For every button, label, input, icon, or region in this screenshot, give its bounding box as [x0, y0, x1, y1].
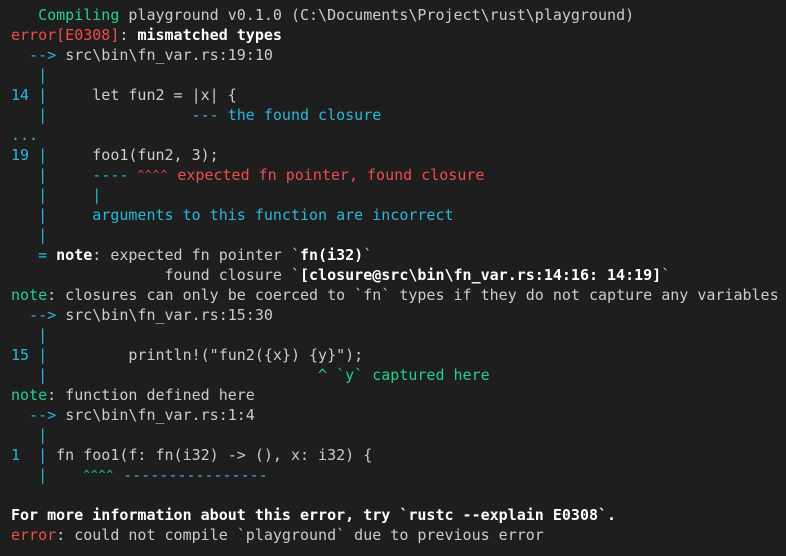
- terminal-text: :: [119, 26, 138, 44]
- terminal-line: | arguments to this function are incorre…: [11, 205, 786, 225]
- terminal-text: playground v0.1.0 (C:\Documents\Project\…: [119, 6, 635, 24]
- terminal-text: note: [11, 386, 48, 404]
- terminal-line: | |: [11, 185, 786, 205]
- terminal-text: [closure@src\bin\fn_var.rs:14:16: 14:19]: [299, 266, 662, 284]
- terminal-text: |: [11, 166, 48, 184]
- terminal-line: 14 | let fun2 = |x| {: [11, 85, 786, 105]
- terminal-line: 1 | fn foo1(f: fn(i32) -> (), x: i32) {: [11, 445, 786, 465]
- terminal-text: 19 |: [11, 146, 48, 164]
- terminal-text: : expected fn pointer `: [92, 246, 300, 264]
- terminal-text: let fun2 = |x| {: [47, 86, 237, 104]
- terminal-line: --> src\bin\fn_var.rs:1:4: [11, 405, 786, 425]
- terminal-text: src\bin\fn_var.rs:19:10: [65, 46, 273, 64]
- terminal-text: -->: [11, 306, 66, 324]
- terminal-text: =: [11, 246, 57, 264]
- terminal-line: note: closures can only be coerced to `f…: [11, 285, 786, 305]
- terminal-text: |: [11, 226, 48, 244]
- terminal-text: note: [56, 246, 93, 264]
- terminal-text: For more information about this error, t…: [11, 506, 617, 524]
- terminal-line: error: could not compile `playground` du…: [11, 525, 786, 545]
- terminal-text: |: [11, 66, 48, 84]
- terminal-text: foo1(fun2, 3);: [47, 146, 219, 164]
- terminal-text: 1 |: [11, 446, 48, 464]
- terminal-text: `: [661, 266, 671, 284]
- terminal-line: note: function defined here: [11, 385, 786, 405]
- terminal-line: | --- the found closure: [11, 105, 786, 125]
- terminal-text: : closures can only be coerced to `fn` t…: [47, 286, 779, 304]
- terminal-line: --> src\bin\fn_var.rs:15:30: [11, 305, 786, 325]
- terminal-text: println!("fun2({x}) {y}");: [47, 346, 364, 364]
- terminal-text: : function defined here: [47, 386, 255, 404]
- terminal-text: |: [11, 106, 48, 124]
- terminal-line: | ---- ^^^^ expected fn pointer, found c…: [11, 165, 786, 185]
- terminal-line: For more information about this error, t…: [11, 505, 786, 525]
- terminal-line: |: [11, 325, 786, 345]
- terminal-line: error[E0308]: mismatched types: [11, 25, 786, 45]
- terminal-text: found closure `: [11, 266, 300, 284]
- terminal-text: --- the found closure: [47, 106, 382, 124]
- squiggle-marker: ^^^^: [137, 168, 169, 181]
- terminal-text: expected fn pointer, found closure: [168, 166, 485, 184]
- terminal-text: |: [11, 366, 48, 384]
- terminal-text: ...: [11, 126, 39, 144]
- terminal-text: src\bin\fn_var.rs:15:30: [65, 306, 273, 324]
- terminal-text: -->: [11, 46, 66, 64]
- terminal-text: fn foo1(f: fn(i32) -> (), x: i32) {: [47, 446, 373, 464]
- terminal-text: |: [11, 206, 48, 224]
- terminal-text: note: [11, 286, 48, 304]
- terminal-line: |: [11, 65, 786, 85]
- terminal-line: --> src\bin\fn_var.rs:19:10: [11, 45, 786, 65]
- terminal-text: |: [11, 426, 48, 444]
- terminal-text: -->: [11, 406, 66, 424]
- terminal-text: 14 |: [11, 86, 48, 104]
- terminal-text: : could not compile `playground` due to …: [56, 526, 544, 544]
- terminal-line: | ^^^^ ----------------: [11, 465, 786, 485]
- terminal-text: error: [11, 526, 57, 544]
- terminal-line: |: [11, 425, 786, 445]
- terminal-text: | |: [11, 186, 102, 204]
- terminal-line: 19 | foo1(fun2, 3);: [11, 145, 786, 165]
- terminal-text: ^ `y` captured here: [47, 366, 490, 384]
- terminal-line: = note: expected fn pointer `fn(i32)`: [11, 245, 786, 265]
- terminal-line: |: [11, 225, 786, 245]
- terminal-line: ...: [11, 125, 786, 145]
- terminal-text: ----------------: [123, 466, 268, 484]
- terminal-text: mismatched types: [137, 26, 282, 44]
- terminal-text: |: [11, 466, 48, 484]
- terminal-output: Compiling playground v0.1.0 (C:\Document…: [0, 0, 786, 545]
- terminal-line: found closure `[closure@src\bin\fn_var.r…: [11, 265, 786, 285]
- terminal-text: arguments to this function are incorrect: [47, 206, 454, 224]
- terminal-text: ----: [47, 166, 129, 184]
- terminal-text: Compiling: [11, 6, 120, 24]
- terminal-text: fn(i32): [300, 246, 364, 264]
- squiggle-marker: ^^^^: [83, 468, 115, 481]
- terminal-line: Compiling playground v0.1.0 (C:\Document…: [11, 5, 786, 25]
- terminal-text: src\bin\fn_var.rs:1:4: [65, 406, 255, 424]
- terminal-line: 15 | println!("fun2({x}) {y}");: [11, 345, 786, 365]
- terminal-text: error[E0308]: [11, 26, 120, 44]
- terminal-text: |: [11, 326, 48, 344]
- terminal-line: | ^ `y` captured here: [11, 365, 786, 385]
- terminal-text: 15 |: [11, 346, 48, 364]
- terminal-text: `: [363, 246, 373, 264]
